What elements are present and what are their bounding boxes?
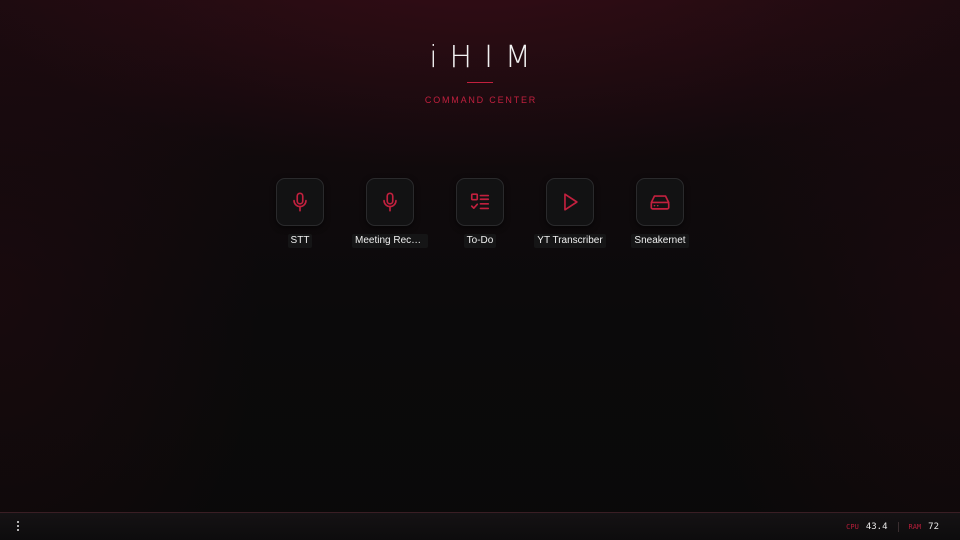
app-subtitle: COMMAND CENTER xyxy=(424,95,538,105)
hard-drive-icon xyxy=(650,195,670,210)
app-tile-stt[interactable] xyxy=(276,178,324,226)
ram-label: RAM xyxy=(908,522,922,531)
vertical-dots-icon xyxy=(17,529,19,531)
header: iHIM COMMAND CENTER xyxy=(0,38,960,105)
vertical-dots-icon xyxy=(17,521,19,523)
taskbar: CPU 43.4 RAM 72 xyxy=(0,512,960,540)
app-sneakernet[interactable]: Sneakernet xyxy=(615,178,705,248)
desktop-screen: iHIM COMMAND CENTER STT Meeting Recor...… xyxy=(0,0,960,540)
app-label-sneakernet: Sneakernet xyxy=(631,234,689,248)
app-meeting-recorder[interactable]: Meeting Recor... xyxy=(345,178,435,248)
ram-value: 72 xyxy=(928,521,939,532)
checklist-icon xyxy=(470,193,490,210)
app-stt[interactable]: STT xyxy=(255,178,345,248)
system-stats: CPU 43.4 RAM 72 xyxy=(846,513,939,540)
app-tile-todo[interactable] xyxy=(456,178,504,226)
app-title: iHIM xyxy=(429,40,543,75)
microphone-icon xyxy=(383,192,397,212)
stats-divider xyxy=(897,521,899,532)
title-divider xyxy=(467,82,493,83)
app-tile-meeting-recorder[interactable] xyxy=(366,178,414,226)
play-icon xyxy=(564,193,578,211)
app-tile-sneakernet[interactable] xyxy=(636,178,684,226)
app-yt-transcriber[interactable]: YT Transcriber xyxy=(525,178,615,248)
vertical-dots-icon xyxy=(17,525,19,527)
cpu-value: 43.4 xyxy=(865,521,888,532)
microphone-icon xyxy=(293,192,307,212)
app-todo[interactable]: To-Do xyxy=(435,178,525,248)
app-tile-yt-transcriber[interactable] xyxy=(546,178,594,226)
app-label-todo: To-Do xyxy=(463,234,497,248)
app-label-meeting-recorder: Meeting Recor... xyxy=(352,234,428,248)
menu-button[interactable] xyxy=(10,517,26,535)
app-launcher-grid: STT Meeting Recor... To-Do YT Transcribe… xyxy=(255,178,705,248)
app-label-yt-transcriber: YT Transcriber xyxy=(534,234,606,248)
app-label-stt: STT xyxy=(287,234,313,248)
cpu-label: CPU xyxy=(846,522,859,531)
